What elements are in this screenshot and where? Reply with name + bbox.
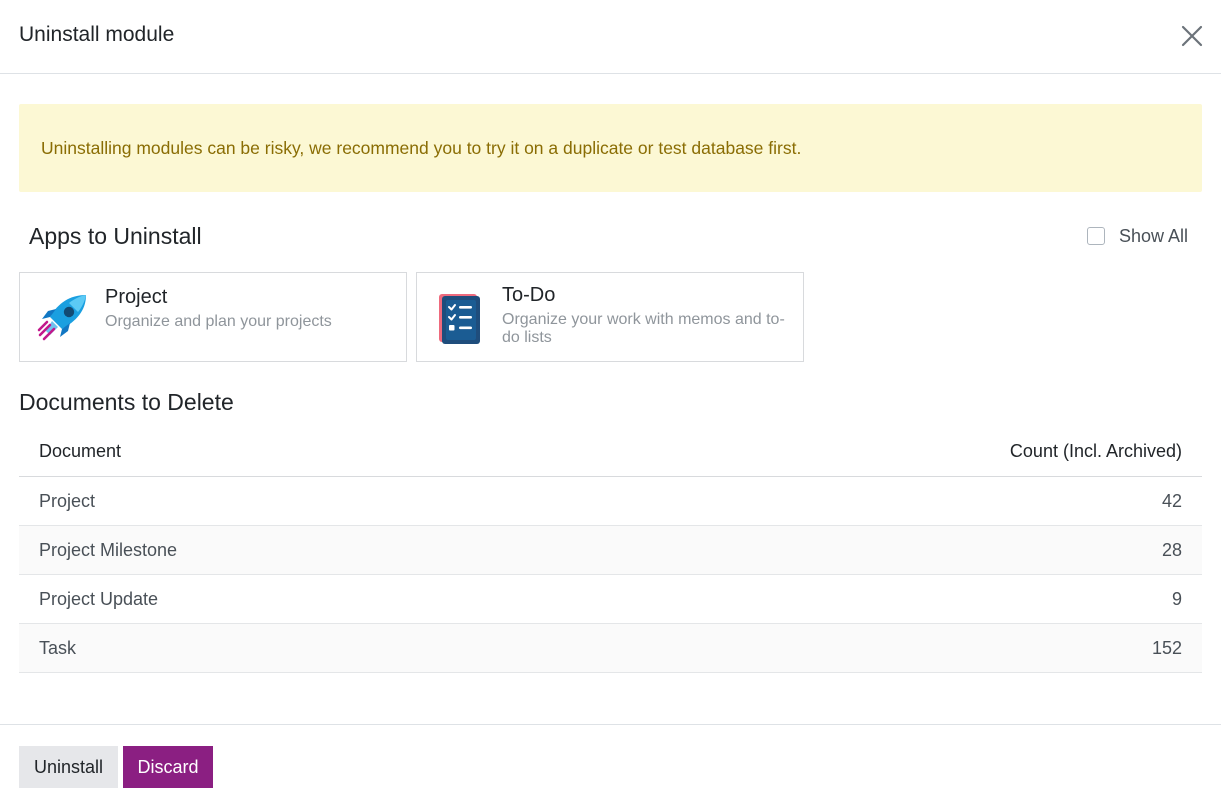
app-summary: Organize your work with memos and to-do …: [502, 311, 785, 346]
show-all-checkbox[interactable]: [1087, 227, 1105, 245]
checklist-icon: [439, 294, 480, 344]
documents-section-title: Documents to Delete: [19, 389, 234, 415]
document-name: Task: [39, 638, 77, 658]
apps-section-title: Apps to Uninstall: [29, 223, 202, 249]
warning-text: Uninstalling modules can be risky, we re…: [41, 138, 802, 158]
app-card-project: Project Organize and plan your projects: [19, 272, 407, 362]
document-name: Project: [39, 491, 96, 511]
document-count: 28: [1161, 540, 1182, 560]
document-count: 152: [1151, 638, 1182, 658]
uninstall-button[interactable]: Uninstall: [19, 746, 118, 788]
app-name: To-Do: [502, 284, 556, 306]
close-icon[interactable]: [1180, 24, 1204, 48]
documents-table: Document Count (Incl. Archived) Project …: [19, 428, 1202, 673]
document-count: 42: [1161, 491, 1182, 511]
table-body: Project 42 Project Milestone 28 Project …: [19, 477, 1202, 673]
rocket-icon: [37, 295, 86, 341]
show-all-label: Show All: [1119, 225, 1189, 246]
dialog-title: Uninstall module: [19, 23, 175, 46]
warning-alert: Uninstalling modules can be risky, we re…: [19, 104, 1202, 192]
show-all-toggle[interactable]: Show All: [1087, 225, 1188, 247]
document-count: 9: [1171, 589, 1182, 609]
table-row: Project 42: [19, 477, 1202, 526]
dialog-footer: Uninstall Discard: [0, 724, 1221, 806]
table-row: Task 152: [19, 624, 1202, 673]
column-header-count: Count (Incl. Archived): [1009, 441, 1182, 461]
app-summary: Organize and plan your projects: [105, 313, 332, 330]
app-card-todo: To-Do Organize your work with memos and …: [416, 272, 804, 362]
document-name: Project Update: [39, 589, 159, 609]
table-row: Project Update 9: [19, 575, 1202, 624]
table-row: Project Milestone 28: [19, 526, 1202, 575]
discard-button[interactable]: Discard: [123, 746, 213, 788]
dialog-header: Uninstall module: [0, 0, 1221, 74]
app-name: Project: [105, 286, 168, 308]
table-header: Document Count (Incl. Archived): [19, 428, 1202, 477]
column-header-document: Document: [39, 441, 122, 461]
document-name: Project Milestone: [39, 540, 178, 560]
